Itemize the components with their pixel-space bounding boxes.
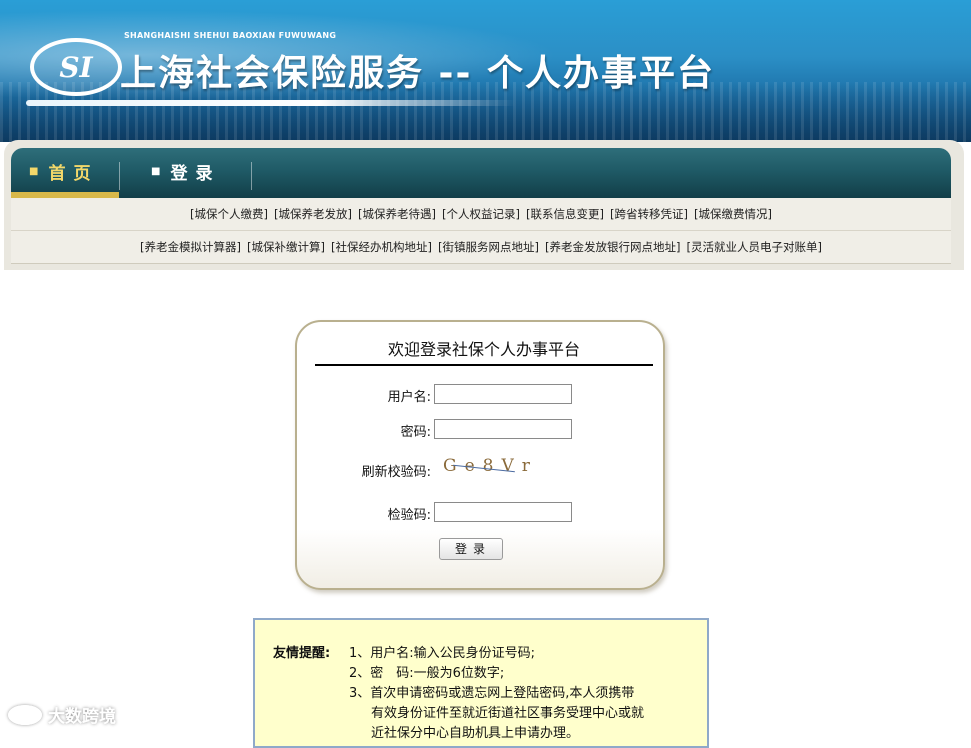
username-label: 用户名: (387, 390, 431, 405)
quick-links-row-2: [养老金模拟计算器] [城保补缴计算] [社保经办机构地址] [街镇服务网点地址… (11, 231, 951, 264)
notice-heading: 友情提醒: (273, 646, 331, 661)
nav-divider (251, 162, 252, 190)
link-pension-bank-branches[interactable]: [养老金发放银行网点地址] (545, 239, 680, 255)
logo-text: SI (59, 50, 93, 84)
login-panel: 欢迎登录社保个人办事平台 用户名: 密码: 刷新校验码: Ge8Vr 检验码: … (295, 320, 665, 590)
link-cross-province-transfer[interactable]: [跨省转移凭证] (610, 206, 688, 222)
watermark: 大数跨境 (8, 702, 116, 727)
captcha-refresh-label[interactable]: 刷新校验码: (311, 461, 431, 480)
link-street-service-points[interactable]: [街镇服务网点地址] (438, 239, 539, 255)
captcha-image[interactable]: Ge8Vr (443, 456, 543, 480)
link-flexible-employment-statement[interactable]: [灵活就业人员电子对账单] (686, 239, 821, 255)
link-personal-rights-record[interactable]: [个人权益记录] (442, 206, 520, 222)
notice-line-4: 有效身份证件至就近街道社区事务受理中心或就 (371, 706, 645, 721)
link-city-pension-benefits[interactable]: [城保养老待遇] (358, 206, 436, 222)
verify-code-input[interactable] (434, 502, 572, 522)
notice-panel: 友情提醒: 1、用户名:输入公民身份证号码; 2、密 码:一般为6位数字; 3、… (253, 618, 709, 748)
link-city-payment-status[interactable]: [城保缴费情况] (694, 206, 772, 222)
link-contact-info-change[interactable]: [联系信息变更] (526, 206, 604, 222)
verify-code-label: 检验码: (387, 508, 431, 523)
login-title-divider (315, 364, 653, 366)
link-pension-calculator[interactable]: [养老金模拟计算器] (140, 239, 241, 255)
main-nav: ■ 首页 ■ 登录 (11, 148, 951, 198)
nav-home-tab[interactable]: ■ 首页 (29, 148, 98, 194)
title-underline (26, 100, 516, 106)
nav-login-label: 登录 (170, 163, 221, 184)
link-city-pension-payout[interactable]: [城保养老发放] (274, 206, 352, 222)
link-back-payment-calculator[interactable]: [城保补缴计算] (247, 239, 325, 255)
header-banner: SI SHANGHAISHI SHEHUI BAOXIAN FUWUWANG 上… (0, 0, 971, 142)
site-pinyin: SHANGHAISHI SHEHUI BAOXIAN FUWUWANG (124, 31, 337, 40)
bullet-icon: ■ (29, 165, 39, 177)
password-label: 密码: (400, 425, 431, 440)
nav-home-label: 首页 (48, 163, 99, 184)
link-agency-address[interactable]: [社保经办机构地址] (331, 239, 432, 255)
site-title: 上海社会保险服务 -- 个人办事平台 (120, 53, 715, 94)
link-city-personal-payment[interactable]: [城保个人缴费] (190, 206, 268, 222)
si-logo: SI (30, 38, 122, 96)
username-input[interactable] (434, 384, 572, 404)
login-button[interactable]: 登录 (439, 538, 503, 560)
watermark-logo-icon (8, 704, 42, 725)
watermark-text: 大数跨境 (48, 707, 116, 727)
password-input[interactable] (434, 419, 572, 439)
bullet-icon: ■ (151, 165, 161, 177)
login-title: 欢迎登录社保个人办事平台 (387, 340, 580, 359)
nav-login-tab[interactable]: ■ 登录 (151, 148, 220, 194)
quick-links-row-1: [城保个人缴费] [城保养老发放] [城保养老待遇] [个人权益记录] [联系信… (11, 198, 951, 231)
notice-line-2: 2、密 码:一般为6位数字; (349, 666, 505, 681)
notice-line-1: 1、用户名:输入公民身份证号码; (349, 646, 536, 661)
notice-line-3: 3、首次申请密码或遗忘网上登陆密码,本人须携带 (349, 686, 635, 701)
nav-divider (119, 162, 120, 190)
